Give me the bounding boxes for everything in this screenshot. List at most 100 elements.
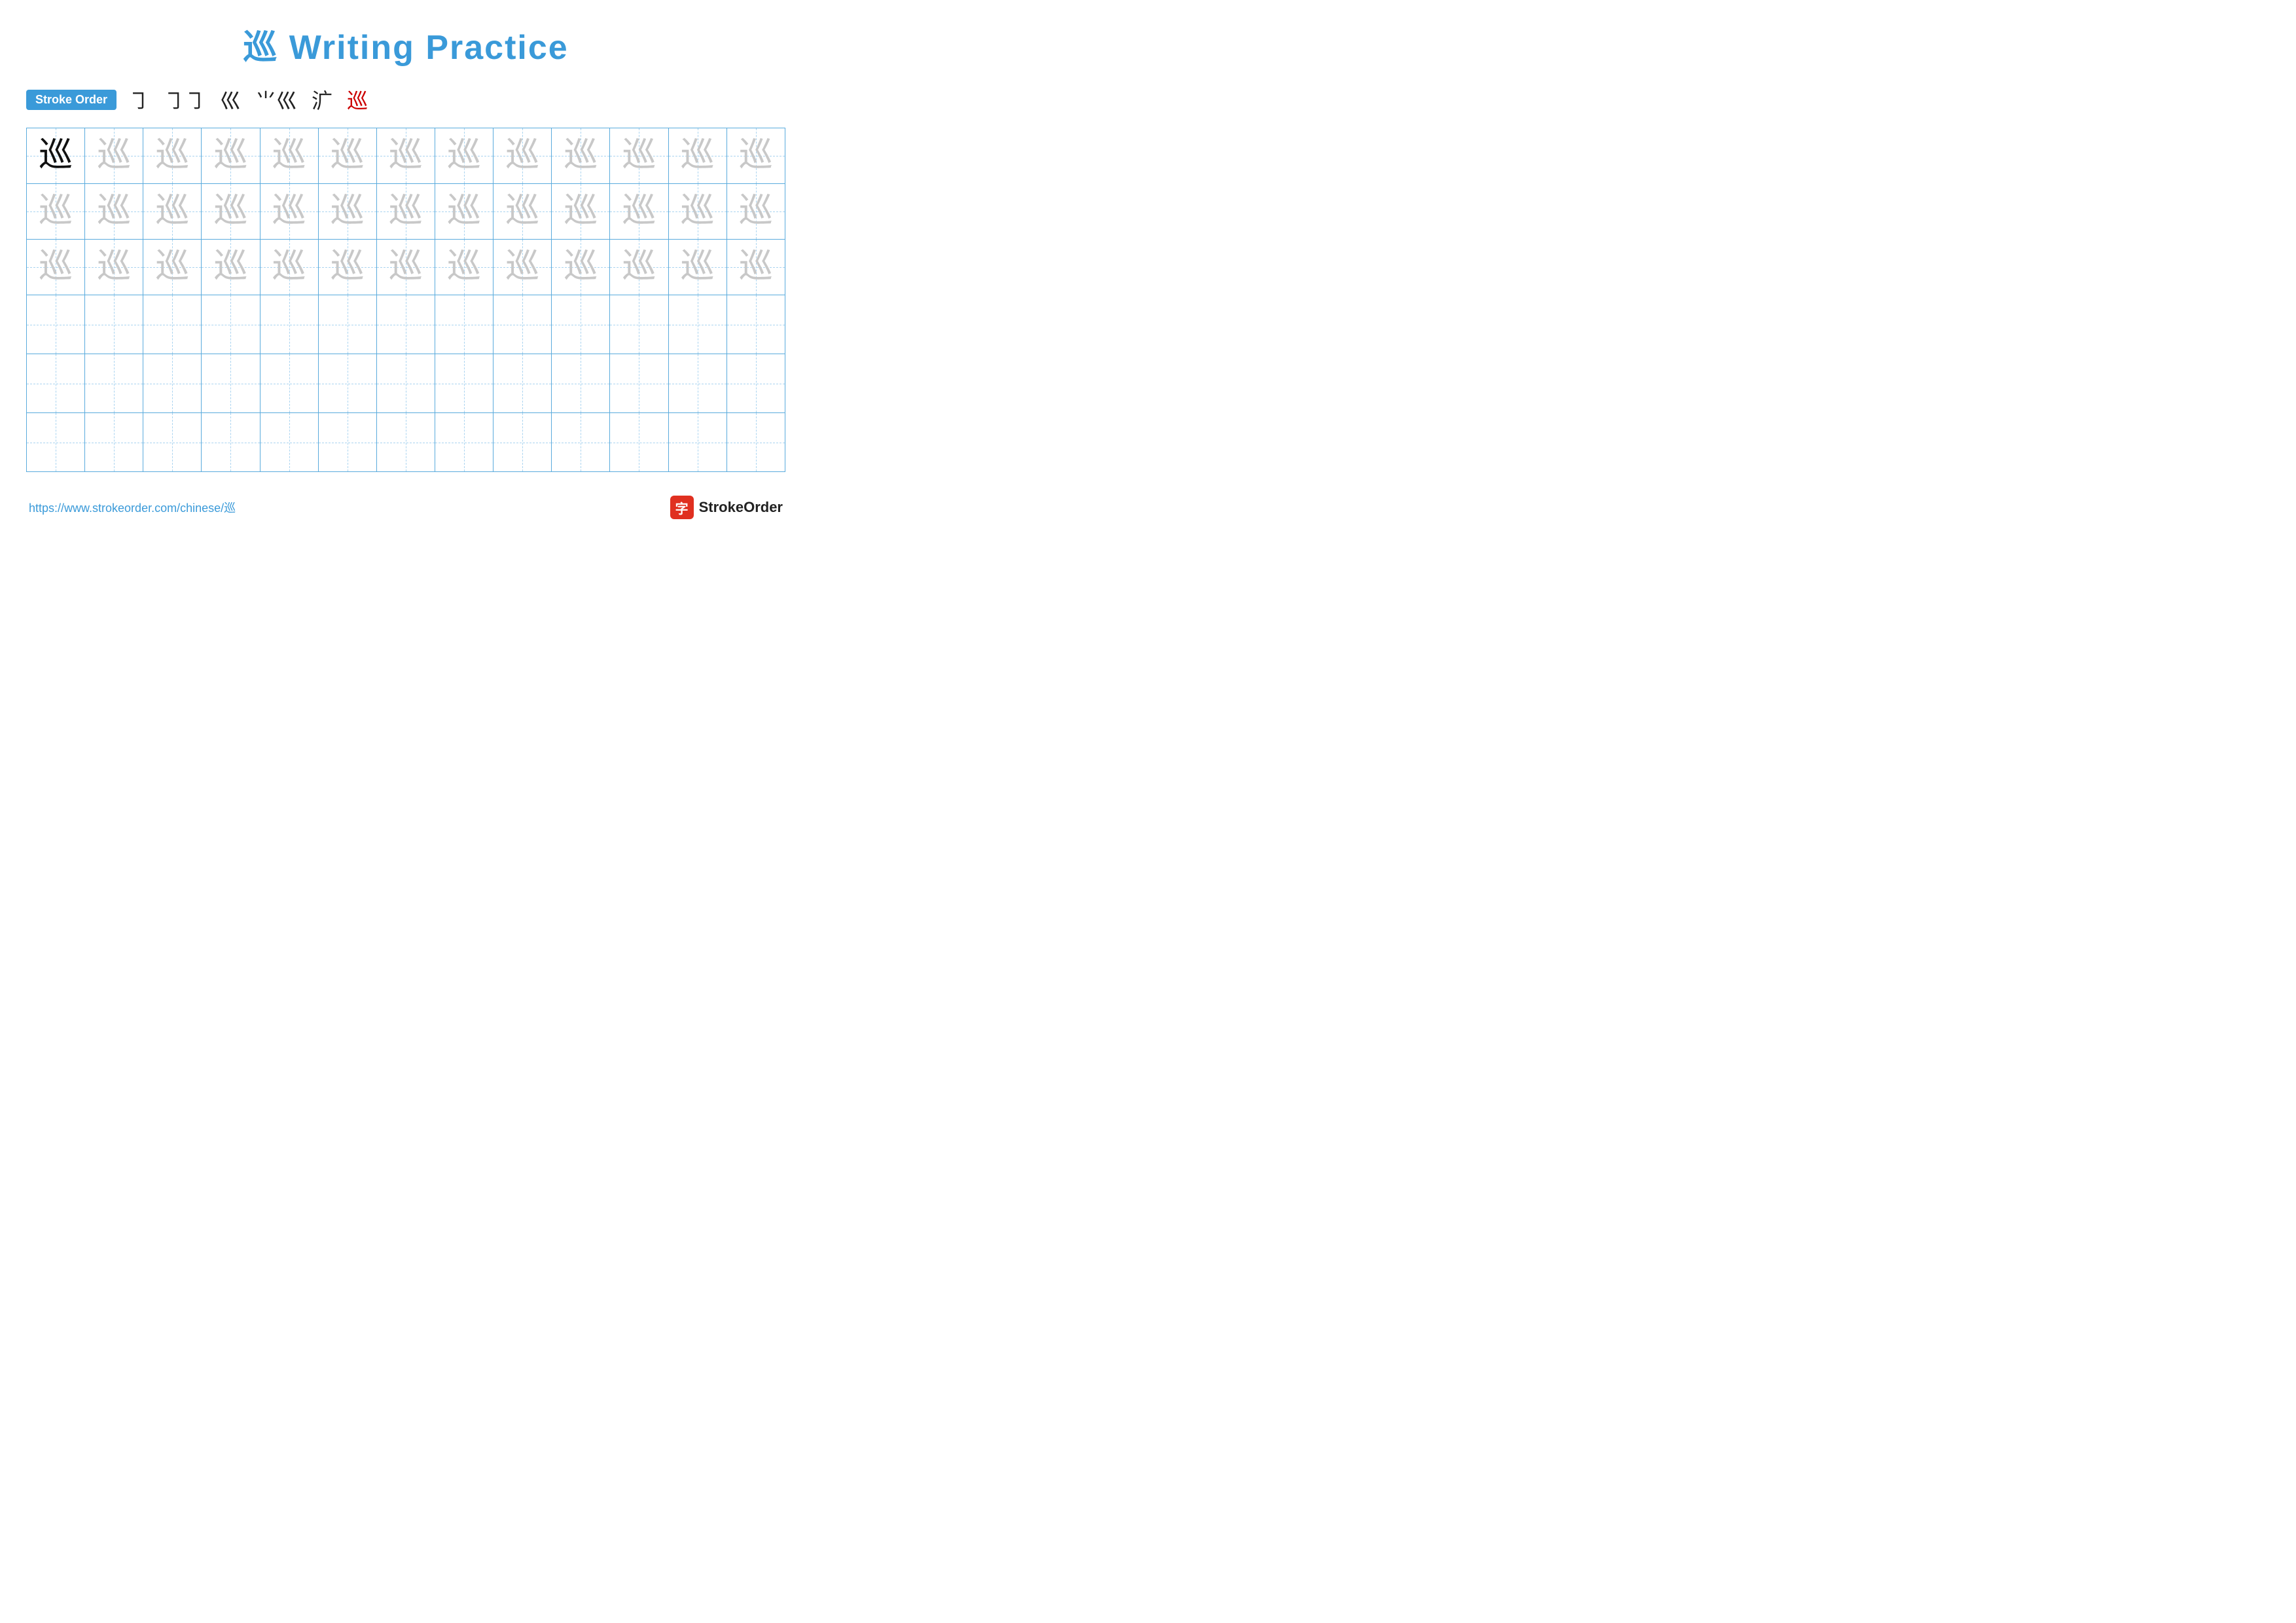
table-row[interactable]: [435, 354, 493, 413]
practice-grid: 巡 巡 巡 巡 巡 巡 巡 巡 巡 巡 巡 巡 巡 巡 巡 巡 巡 巡 巡 巡 …: [26, 128, 785, 472]
table-row[interactable]: [202, 413, 260, 472]
table-row[interactable]: [376, 413, 435, 472]
table-row[interactable]: [552, 413, 610, 472]
brand-name: StrokeOrder: [699, 499, 783, 516]
table-row: 巡: [202, 240, 260, 295]
table-row: 巡: [260, 240, 318, 295]
grid-row-1: 巡 巡 巡 巡 巡 巡 巡 巡 巡 巡 巡 巡 巡: [27, 128, 785, 184]
footer-url[interactable]: https://www.strokeorder.com/chinese/巡: [29, 499, 236, 516]
table-row: 巡: [376, 240, 435, 295]
table-row[interactable]: [318, 413, 376, 472]
table-row[interactable]: [85, 354, 143, 413]
table-row[interactable]: [668, 354, 726, 413]
table-row: 巡: [260, 184, 318, 240]
table-row: 巡: [27, 184, 85, 240]
table-row[interactable]: [726, 354, 785, 413]
table-row[interactable]: [85, 295, 143, 354]
table-row: 巡: [435, 184, 493, 240]
table-row: 巡: [493, 128, 552, 184]
table-row: 巡: [493, 240, 552, 295]
grid-row-4: [27, 295, 785, 354]
table-row[interactable]: [726, 413, 785, 472]
table-row: 巡: [318, 184, 376, 240]
table-row: 巡: [668, 184, 726, 240]
table-row: 巡: [552, 240, 610, 295]
table-row[interactable]: [610, 354, 668, 413]
stroke-5: 㲿: [312, 84, 332, 115]
table-row[interactable]: [435, 295, 493, 354]
table-row: 巡: [668, 240, 726, 295]
table-row[interactable]: [376, 295, 435, 354]
table-row: 巡: [435, 128, 493, 184]
table-row: 巡: [435, 240, 493, 295]
table-row[interactable]: [668, 295, 726, 354]
stroke-order-badge: Stroke Order: [26, 90, 117, 110]
table-row: 巡: [318, 128, 376, 184]
table-row[interactable]: [27, 413, 85, 472]
stroke-6: 巡: [347, 84, 368, 115]
table-row: 巡: [202, 184, 260, 240]
table-row[interactable]: [610, 413, 668, 472]
table-row[interactable]: [376, 354, 435, 413]
table-row: 巡: [318, 240, 376, 295]
table-row[interactable]: [552, 295, 610, 354]
stroke-3: 巛: [220, 84, 241, 115]
table-row[interactable]: [318, 295, 376, 354]
table-row: 巡: [376, 128, 435, 184]
table-row: 巡: [260, 128, 318, 184]
table-row[interactable]: [260, 295, 318, 354]
table-row: 巡: [552, 184, 610, 240]
table-row: 巡: [610, 240, 668, 295]
table-row: 巡: [85, 240, 143, 295]
table-row[interactable]: [143, 413, 202, 472]
grid-cell-solid: 巡: [27, 128, 85, 184]
table-row[interactable]: [493, 354, 552, 413]
stroke-1: ㇆: [128, 84, 149, 115]
table-row: 巡: [85, 128, 143, 184]
table-row[interactable]: [493, 413, 552, 472]
table-row[interactable]: [143, 295, 202, 354]
table-row[interactable]: [27, 295, 85, 354]
stroke-chars: ㇆ ㇆㇆ 巛 ⺌巛 㲿 巡: [128, 84, 368, 115]
table-row[interactable]: [260, 413, 318, 472]
stroke-2: ㇆㇆: [164, 84, 206, 115]
grid-row-3: 巡 巡 巡 巡 巡 巡 巡 巡 巡 巡 巡 巡 巡: [27, 240, 785, 295]
table-row[interactable]: [85, 413, 143, 472]
grid-row-2: 巡 巡 巡 巡 巡 巡 巡 巡 巡 巡 巡 巡 巡: [27, 184, 785, 240]
table-row: 巡: [610, 184, 668, 240]
grid-row-5: [27, 354, 785, 413]
table-row[interactable]: [610, 295, 668, 354]
brand: 字 StrokeOrder: [670, 496, 783, 519]
table-row: 巡: [27, 240, 85, 295]
table-row[interactable]: [27, 354, 85, 413]
table-row: 巡: [493, 184, 552, 240]
table-row: 巡: [143, 240, 202, 295]
table-row[interactable]: [202, 295, 260, 354]
brand-icon: 字: [670, 496, 694, 519]
stroke-order-row: Stroke Order ㇆ ㇆㇆ 巛 ⺌巛 㲿 巡: [26, 84, 785, 115]
table-row[interactable]: [668, 413, 726, 472]
table-row[interactable]: [493, 295, 552, 354]
page-title: 巡 Writing Practice: [26, 20, 785, 69]
table-row: 巡: [143, 184, 202, 240]
table-row: 巡: [202, 128, 260, 184]
table-row[interactable]: [552, 354, 610, 413]
table-row: 巡: [668, 128, 726, 184]
footer: https://www.strokeorder.com/chinese/巡 字 …: [26, 496, 785, 519]
table-row: 巡: [552, 128, 610, 184]
stroke-4: ⺌巛: [255, 84, 297, 115]
table-row: 巡: [85, 184, 143, 240]
table-row: 巡: [376, 184, 435, 240]
table-row[interactable]: [726, 295, 785, 354]
table-row[interactable]: [318, 354, 376, 413]
table-row[interactable]: [260, 354, 318, 413]
table-row: 巡: [726, 184, 785, 240]
table-row: 巡: [726, 128, 785, 184]
table-row: 巡: [143, 128, 202, 184]
table-row[interactable]: [143, 354, 202, 413]
table-row: 巡: [610, 128, 668, 184]
table-row: 巡: [726, 240, 785, 295]
grid-row-6: [27, 413, 785, 472]
table-row[interactable]: [435, 413, 493, 472]
table-row[interactable]: [202, 354, 260, 413]
